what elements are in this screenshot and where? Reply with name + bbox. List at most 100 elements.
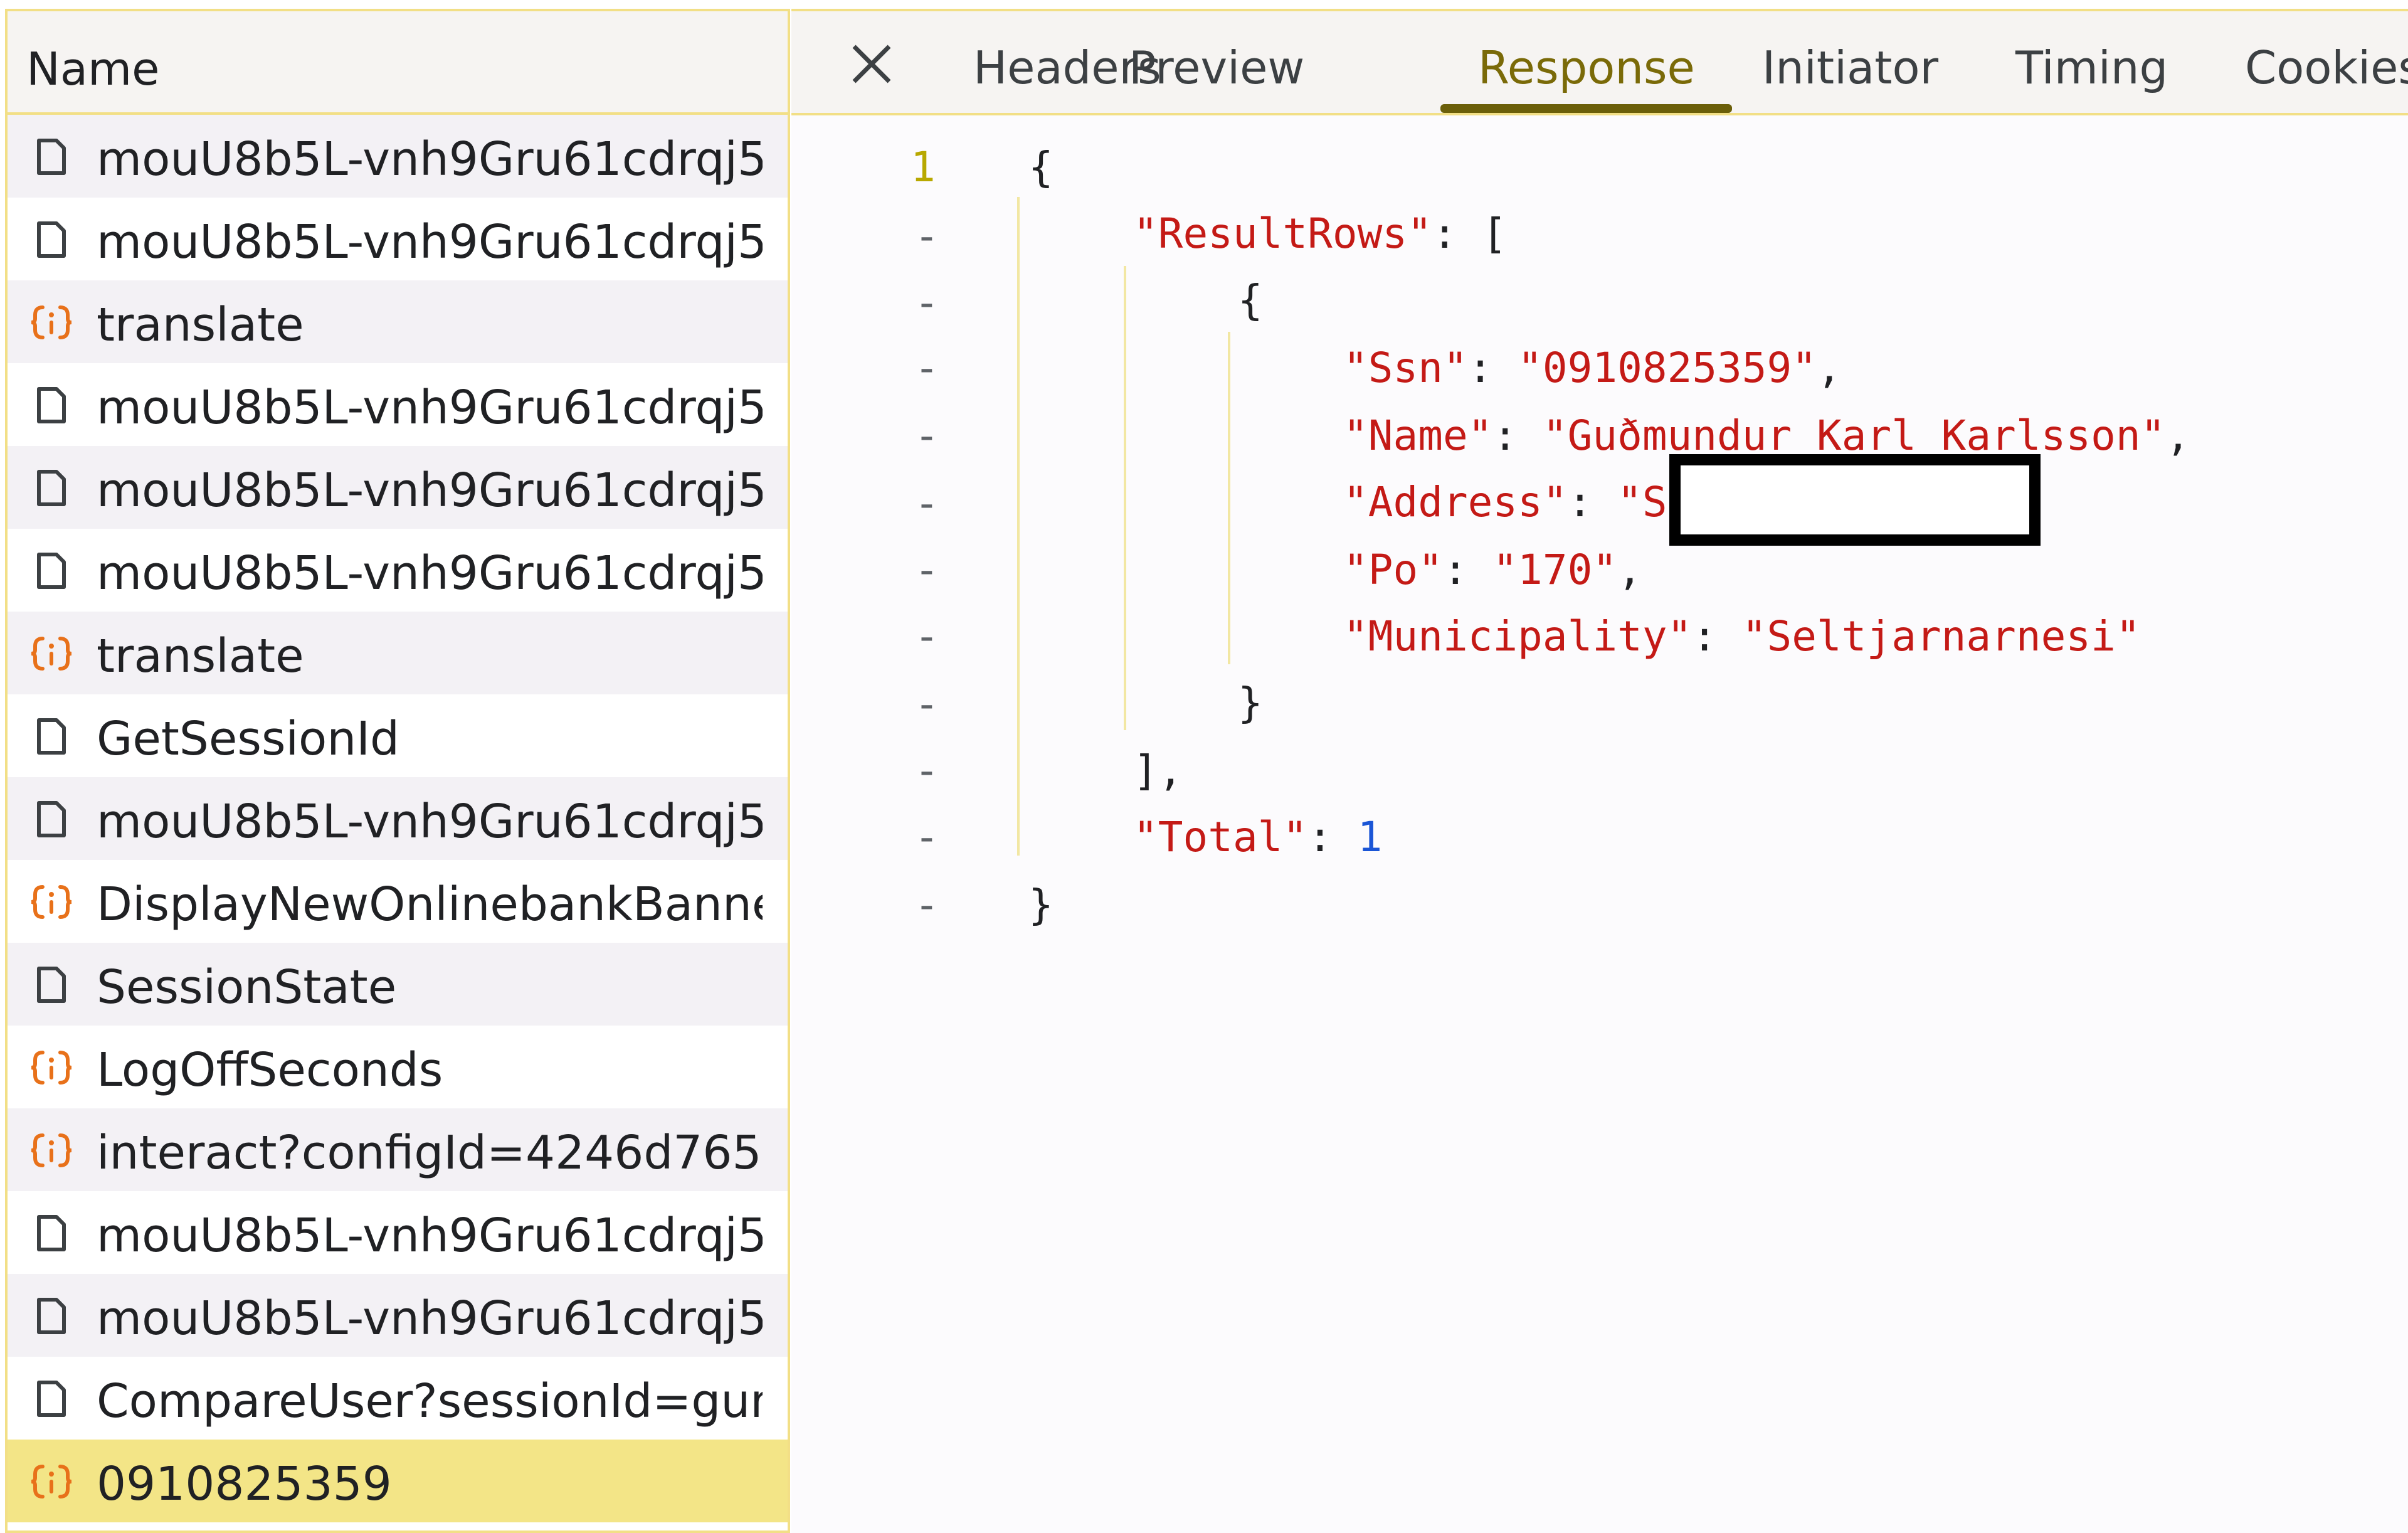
json-number: 1 (1357, 813, 1383, 861)
tab-cookies[interactable]: Cookies (2245, 41, 2408, 94)
document-icon (28, 468, 75, 508)
fetch-xhr-icon (28, 1048, 75, 1088)
request-name: translate (97, 298, 304, 352)
details-tab-bar: Headers Preview Response Initiator Timin… (791, 9, 2408, 115)
request-name: LogOffSeconds (97, 1043, 443, 1097)
json-line-address: "Address": "S (1343, 478, 1667, 526)
indent-guide (1017, 197, 1020, 856)
json-string: "0910825359" (1518, 344, 1817, 392)
request-name: mouU8b5L-vnh9Gru61cdrqj50... (97, 381, 763, 435)
request-row[interactable]: translate (8, 612, 788, 694)
json-line-ssn: "Ssn": "0910825359", (1343, 344, 1842, 392)
request-row[interactable]: LogOffSeconds (8, 1026, 788, 1108)
document-icon (28, 1379, 75, 1419)
request-row[interactable]: SessionState (8, 943, 788, 1026)
document-icon (28, 551, 75, 591)
fold-marker[interactable]: - (914, 750, 939, 792)
json-string: "S (1617, 478, 1667, 526)
document-icon (28, 220, 75, 260)
fold-marker[interactable]: - (914, 415, 939, 457)
request-row[interactable]: 0910825359 (8, 1440, 788, 1522)
tab-timing[interactable]: Timing (2015, 41, 2168, 94)
json-close-brace: } (1028, 881, 1054, 929)
json-key: "Total" (1133, 813, 1308, 861)
request-name: GetSessionId (97, 712, 400, 766)
line-number: 1 (911, 143, 936, 191)
close-icon[interactable] (847, 39, 897, 89)
tab-preview[interactable]: Preview (1129, 41, 1304, 94)
json-close-bracket: ], (1133, 746, 1183, 795)
json-key: "Po" (1343, 546, 1443, 594)
json-string: "Seltjarnarnesi" (1741, 612, 2141, 660)
json-line-resultrows: "ResultRows": [ (1133, 210, 1508, 258)
request-name: DisplayNewOnlinebankBanner (97, 878, 763, 931)
json-key: "Ssn" (1343, 344, 1468, 392)
json-open-brace: { (1028, 143, 1054, 191)
json-key: "Address" (1343, 478, 1568, 526)
tab-response[interactable]: Response (1478, 41, 1695, 94)
name-column-header[interactable]: Name (8, 11, 788, 115)
tab-initiator[interactable]: Initiator (1762, 41, 1938, 94)
request-name: mouU8b5L-vnh9Gru61cdrqj50... (97, 464, 763, 517)
json-line-po: "Po": "170", (1343, 546, 1642, 594)
fold-marker[interactable]: - (914, 347, 939, 389)
response-viewer: 1 - - - - - - - - - - - { "ResultRows": … (791, 115, 2408, 1533)
request-row[interactable]: mouU8b5L-vnh9Gru61cdrqj50... (8, 777, 788, 860)
fetch-xhr-icon (28, 882, 75, 922)
fold-marker[interactable]: - (914, 483, 939, 524)
name-column-label: Name (26, 43, 160, 95)
json-line-total: "Total": 1 (1133, 813, 1383, 861)
document-icon (28, 716, 75, 756)
fold-marker[interactable]: - (914, 549, 939, 591)
request-name: mouU8b5L-vnh9Gru61cdrqj50... (97, 546, 763, 600)
request-name: 0910825359 (97, 1457, 392, 1511)
document-icon (28, 137, 75, 177)
request-row[interactable]: mouU8b5L-vnh9Gru61cdrqj50... (8, 446, 788, 529)
request-row[interactable]: DisplayNewOnlinebankBanner (8, 860, 788, 943)
request-name: CompareUser?sessionId=gum... (97, 1374, 763, 1428)
request-name: mouU8b5L-vnh9Gru61cdrqj50... (97, 1292, 763, 1345)
fold-marker[interactable]: - (914, 282, 939, 324)
json-line-name: "Name": "Guðmundur Karl Karlsson", (1343, 411, 2191, 460)
request-name: SessionState (97, 960, 397, 1014)
document-icon (28, 965, 75, 1005)
request-row[interactable]: GetSessionId (8, 694, 788, 777)
document-icon (28, 1213, 75, 1253)
json-inner-close: } (1238, 679, 1263, 727)
request-row[interactable]: mouU8b5L-vnh9Gru61cdrqj50... (8, 363, 788, 446)
request-name: mouU8b5L-vnh9Gru61cdrqj50... (97, 795, 763, 849)
json-line-municipality: "Municipality": "Seltjarnarnesi" (1343, 612, 2141, 660)
request-row[interactable]: mouU8b5L-vnh9Gru61cdrqj50... (8, 1191, 788, 1274)
request-name: mouU8b5L-vnh9Gru61cdrqj50... (97, 132, 763, 186)
request-row[interactable]: mouU8b5L-vnh9Gru61cdrqj50... (8, 529, 788, 612)
request-row[interactable]: CompareUser?sessionId=gum... (8, 1357, 788, 1440)
fetch-xhr-icon (28, 302, 75, 342)
request-row[interactable]: mouU8b5L-vnh9Gru61cdrqj50... (8, 115, 788, 198)
json-inner-open: { (1238, 276, 1263, 324)
json-string: "170" (1492, 546, 1618, 594)
request-row[interactable]: mouU8b5L-vnh9Gru61cdrqj50... (8, 198, 788, 280)
fold-marker[interactable]: - (914, 684, 939, 725)
json-open-bracket: [ (1482, 210, 1508, 258)
request-name: interact?configId=4246d765-d... (97, 1126, 763, 1180)
request-row[interactable]: mouU8b5L-vnh9Gru61cdrqj50... (8, 1274, 788, 1357)
request-name: translate (97, 629, 304, 683)
fold-marker[interactable]: - (914, 817, 939, 858)
request-row[interactable]: translate (8, 280, 788, 363)
fetch-xhr-icon (28, 634, 75, 674)
json-key: "Municipality" (1343, 612, 1692, 660)
fetch-xhr-icon (28, 1461, 75, 1502)
fold-marker[interactable]: - (914, 616, 939, 657)
request-name: mouU8b5L-vnh9Gru61cdrqj50... (97, 1209, 763, 1263)
active-tab-indicator (1440, 104, 1732, 113)
indent-guide (1124, 266, 1126, 730)
request-row[interactable]: interact?configId=4246d765-d... (8, 1108, 788, 1191)
redaction-box (1669, 454, 2041, 546)
fold-marker[interactable]: - (914, 216, 939, 257)
fold-marker[interactable]: - (914, 884, 939, 926)
indent-guide (1228, 332, 1230, 664)
json-key: "ResultRows" (1133, 210, 1432, 258)
document-icon (28, 799, 75, 839)
request-name: mouU8b5L-vnh9Gru61cdrqj50... (97, 215, 763, 269)
document-icon (28, 1296, 75, 1336)
